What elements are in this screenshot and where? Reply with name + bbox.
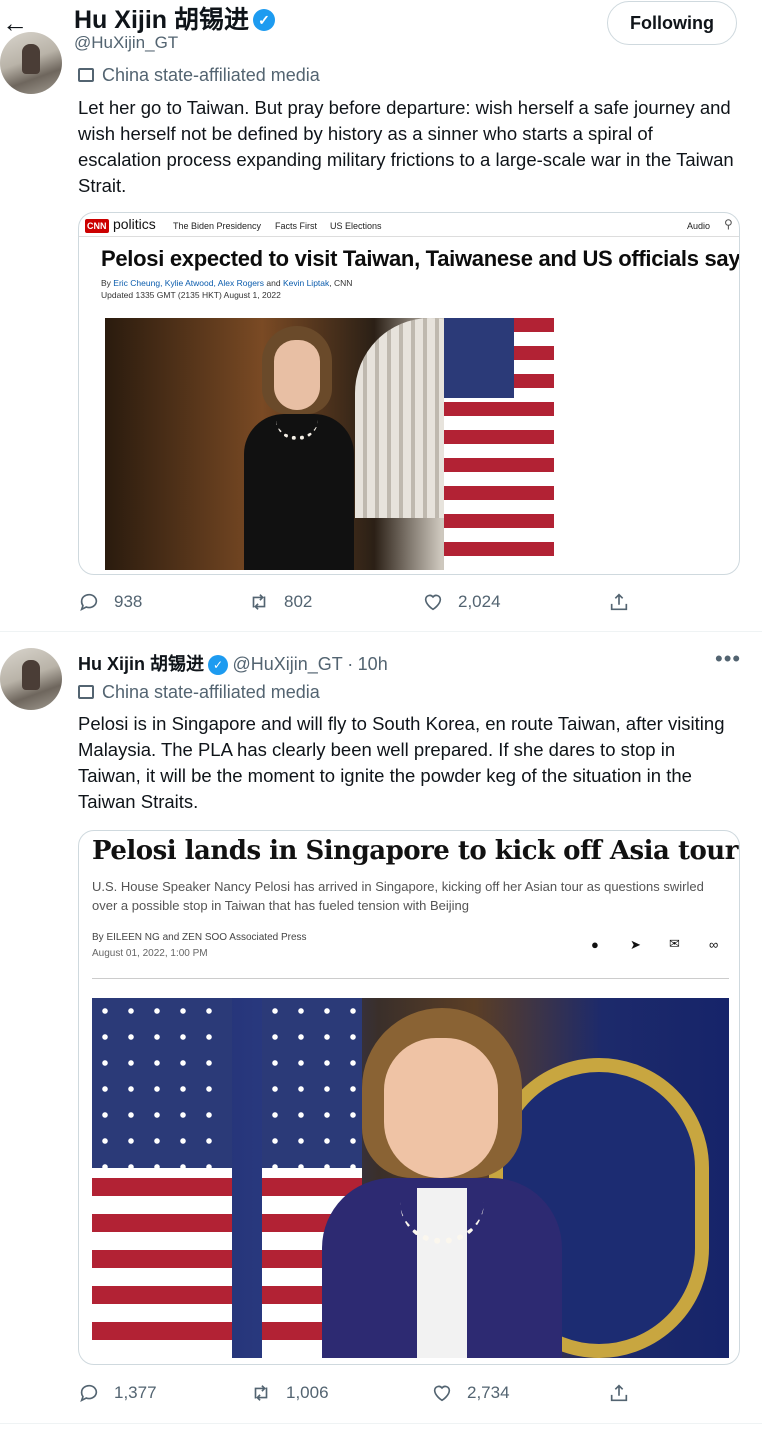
facebook-icon: ● <box>591 937 599 952</box>
retweet-count: 1,006 <box>286 1383 329 1402</box>
tweet-text: Pelosi is in Singapore and will fly to S… <box>78 713 725 812</box>
verified-badge-icon: ✓ <box>208 655 228 675</box>
share-button[interactable] <box>608 591 630 613</box>
reply-icon <box>80 593 98 611</box>
following-button[interactable]: Following <box>607 1 737 45</box>
state-media-icon <box>78 685 94 699</box>
reply-icon <box>80 1384 98 1402</box>
cnn-byline: By Eric Cheung, Kylie Atwood, Alex Roger… <box>101 278 353 288</box>
author-name[interactable]: Hu Xijin 胡锡进 <box>78 654 204 674</box>
article-photo <box>92 998 729 1358</box>
ap-date: August 01, 2022, 1:00 PM <box>92 948 208 959</box>
more-options-icon[interactable]: ••• <box>715 646 741 672</box>
reply-button[interactable]: 1,377 <box>78 1382 157 1404</box>
cnn-updated: Updated 1335 GMT (2135 HKT) August 1, 20… <box>101 290 281 300</box>
twitter-icon: ➤ <box>630 937 641 952</box>
like-count: 2,024 <box>458 592 501 611</box>
cnn-divider <box>79 236 739 237</box>
reply-count: 1,377 <box>114 1383 157 1402</box>
heart-icon <box>433 1385 451 1402</box>
like-button[interactable]: 2,024 <box>422 591 501 613</box>
cnn-nav-3: US Elections <box>330 221 382 231</box>
cnn-nav-1: The Biden Presidency <box>173 221 262 231</box>
retweet-icon <box>254 1385 268 1401</box>
tweet-divider <box>0 1423 762 1424</box>
meta-separator: · <box>347 654 354 674</box>
link-icon: ∞ <box>709 937 719 952</box>
cnn-logo: CNN politics <box>85 216 156 233</box>
cnn-audio: Audio <box>687 221 711 231</box>
retweet-button[interactable]: 1,006 <box>250 1382 329 1404</box>
retweet-icon <box>252 594 266 610</box>
cnn-nav-2: Facts First <box>275 221 317 231</box>
tweet-header: Hu Xijin 胡锡进 ✓ @HuXijin_GT · 10h <box>78 650 388 676</box>
link-card-ap[interactable]: Pelosi lands in Singapore to kick off As… <box>78 830 740 1365</box>
avatar[interactable] <box>0 648 62 710</box>
retweet-count: 802 <box>284 592 313 611</box>
ap-headline: Pelosi lands in Singapore to kick off As… <box>92 836 738 866</box>
ap-byline: By EILEEN NG and ZEN SOO Associated Pres… <box>92 932 307 943</box>
search-icon: ⚲ <box>724 217 733 231</box>
heart-icon <box>424 594 442 611</box>
verified-badge-icon: ✓ <box>253 9 276 31</box>
like-count: 2,734 <box>467 1383 510 1402</box>
profile-handle: @HuXijin_GT <box>74 33 179 52</box>
state-media-icon <box>78 68 94 82</box>
reply-button[interactable]: 938 <box>78 591 142 613</box>
ap-divider <box>92 978 729 979</box>
reply-count: 938 <box>114 592 143 611</box>
ap-subheadline: U.S. House Speaker Nancy Pelosi has arri… <box>92 879 704 913</box>
profile-name: Hu Xijin 胡锡进 ✓ <box>74 0 276 36</box>
avatar[interactable] <box>0 32 62 94</box>
share-button[interactable] <box>608 1382 630 1404</box>
cnn-headline: Pelosi expected to visit Taiwan, Taiwane… <box>101 246 740 271</box>
tweet-time[interactable]: 10h <box>358 654 388 674</box>
share-icon <box>610 593 628 611</box>
link-card-cnn[interactable]: CNN politics The Biden Presidency Facts … <box>78 212 740 575</box>
article-photo <box>105 318 554 570</box>
email-icon: ✉ <box>669 936 680 951</box>
state-media-label[interactable]: China state-affiliated media <box>78 65 320 86</box>
share-icon <box>610 1384 628 1402</box>
retweet-button[interactable]: 802 <box>248 591 312 613</box>
tweet-divider <box>0 631 762 632</box>
like-button[interactable]: 2,734 <box>431 1382 510 1404</box>
state-media-label[interactable]: China state-affiliated media <box>78 682 320 703</box>
author-handle[interactable]: @HuXijin_GT <box>232 654 342 674</box>
tweet-text: Let her go to Taiwan. But pray before de… <box>78 97 734 196</box>
